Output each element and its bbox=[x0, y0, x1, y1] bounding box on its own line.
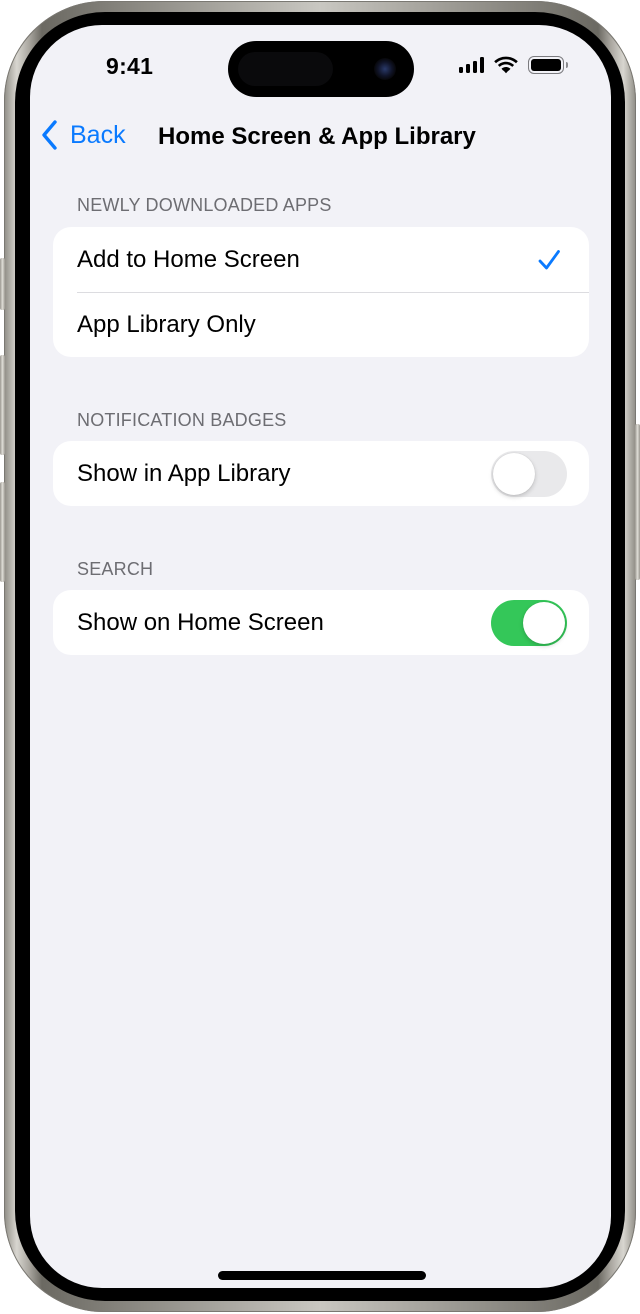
checkmark-icon bbox=[538, 249, 560, 269]
screen: 9:41 Back Home Screen & App Library NEWL… bbox=[30, 25, 611, 1288]
action-button bbox=[0, 258, 5, 310]
island-sensor bbox=[238, 52, 333, 86]
toggle-knob bbox=[523, 601, 565, 644]
navigation-bar: Back Home Screen & App Library bbox=[30, 115, 611, 165]
status-bar: 9:41 bbox=[30, 25, 611, 115]
volume-up-button bbox=[0, 355, 5, 455]
row-show-in-app-library: Show in App Library bbox=[53, 441, 589, 506]
battery-level bbox=[531, 59, 561, 71]
show-on-home-screen-toggle[interactable] bbox=[491, 599, 567, 646]
battery-icon bbox=[528, 56, 568, 74]
row-label: App Library Only bbox=[77, 310, 256, 338]
back-label: Back bbox=[70, 120, 126, 149]
row-label: Add to Home Screen bbox=[77, 245, 300, 273]
wifi-icon bbox=[494, 56, 518, 74]
search-group: Show on Home Screen bbox=[53, 590, 589, 655]
dynamic-island bbox=[228, 41, 414, 97]
home-indicator[interactable] bbox=[218, 1271, 426, 1280]
side-button bbox=[635, 424, 640, 580]
section-header-notification-badges: NOTIFICATION BADGES bbox=[77, 410, 287, 430]
notification-badges-group: Show in App Library bbox=[53, 441, 589, 506]
option-add-to-home-screen[interactable]: Add to Home Screen bbox=[53, 227, 589, 292]
show-in-app-library-toggle[interactable] bbox=[491, 450, 567, 497]
status-icons bbox=[458, 56, 568, 74]
row-label: Show on Home Screen bbox=[77, 608, 324, 636]
status-time: 9:41 bbox=[106, 53, 154, 79]
newly-downloaded-apps-group: Add to Home Screen App Library Only bbox=[53, 227, 589, 357]
back-button[interactable]: Back bbox=[40, 119, 126, 151]
volume-down-button bbox=[0, 482, 5, 582]
option-app-library-only[interactable]: App Library Only bbox=[53, 292, 589, 357]
cellular-signal-icon bbox=[458, 57, 484, 73]
chevron-left-icon bbox=[42, 120, 57, 150]
row-show-on-home-screen: Show on Home Screen bbox=[53, 590, 589, 655]
row-label: Show in App Library bbox=[77, 459, 291, 487]
toggle-knob bbox=[493, 452, 535, 495]
page-title: Home Screen & App Library bbox=[158, 123, 476, 150]
section-header-search: SEARCH bbox=[77, 559, 154, 579]
section-header-newly-downloaded-apps: NEWLY DOWNLOADED APPS bbox=[77, 195, 332, 215]
front-camera-icon bbox=[374, 58, 396, 80]
